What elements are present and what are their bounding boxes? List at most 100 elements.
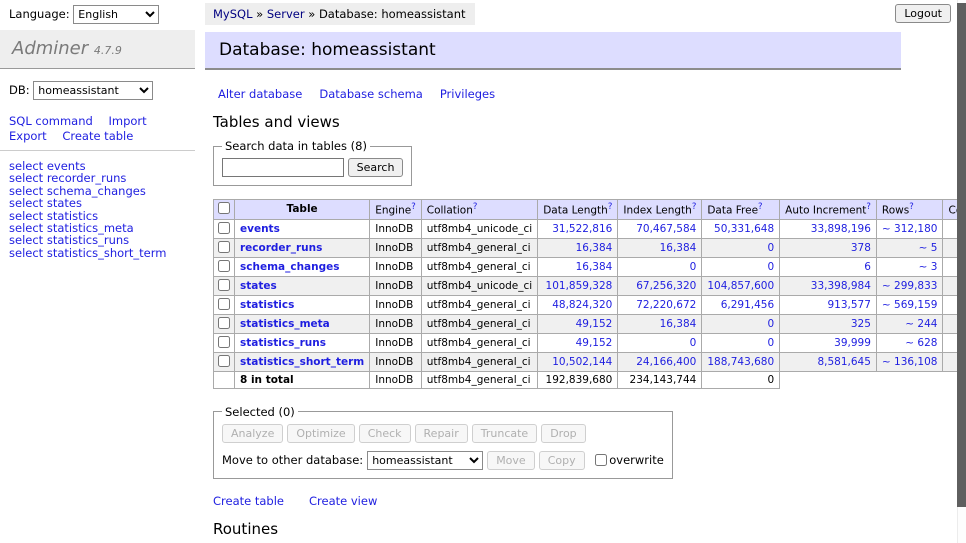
table-link-events[interactable]: events <box>240 223 280 235</box>
link-database-schema[interactable]: Database schema <box>319 87 422 101</box>
breadcrumb-link-server[interactable]: Server <box>267 7 305 21</box>
index-length-link[interactable]: 16,384 <box>660 242 697 254</box>
data-free-link[interactable]: 0 <box>767 242 774 254</box>
total-label: 8 in total <box>235 371 370 388</box>
index-length-link[interactable]: 0 <box>690 337 697 349</box>
logout-button[interactable]: Logout <box>895 4 951 23</box>
check-button[interactable]: Check <box>359 424 411 443</box>
rows-link[interactable]: ~ 569,159 <box>882 299 938 311</box>
overwrite-checkbox[interactable] <box>595 454 607 466</box>
rows-link[interactable]: ~ 136,108 <box>882 356 938 368</box>
help-link[interactable]: ? <box>692 202 697 212</box>
data-free-link[interactable]: 104,857,600 <box>707 280 774 292</box>
select-all-checkbox[interactable] <box>218 202 230 214</box>
page-title: Database: homeassistant <box>205 32 901 70</box>
auto-increment-link[interactable]: 33,898,196 <box>811 223 871 235</box>
help-link[interactable]: ? <box>758 202 763 212</box>
optimize-button[interactable]: Optimize <box>287 424 354 443</box>
data-length-link[interactable]: 48,824,320 <box>552 299 612 311</box>
sidebar-link-create-table[interactable]: Create table <box>62 129 133 143</box>
data-free-link[interactable]: 0 <box>767 318 774 330</box>
data-length-link[interactable]: 49,152 <box>576 318 613 330</box>
row-checkbox-schema-changes[interactable] <box>218 260 230 272</box>
data-length-link[interactable]: 10,502,144 <box>552 356 612 368</box>
search-input[interactable] <box>222 158 344 177</box>
auto-increment-link[interactable]: 913,577 <box>828 299 871 311</box>
data-free-link[interactable]: 0 <box>767 337 774 349</box>
data-length-link[interactable]: 16,384 <box>576 242 613 254</box>
truncate-button[interactable]: Truncate <box>472 424 537 443</box>
repair-button[interactable]: Repair <box>415 424 468 443</box>
table-link-statistics-meta[interactable]: statistics_meta <box>240 318 330 330</box>
index-length-link[interactable]: 16,384 <box>660 318 697 330</box>
rows-link[interactable]: ~ 628 <box>905 337 937 349</box>
cell-data-length: 49,152 <box>538 333 618 352</box>
row-checkbox-recorder-runs[interactable] <box>218 241 230 253</box>
app-header: Adminer 4.7.9 <box>0 30 195 69</box>
data-length-link[interactable]: 16,384 <box>576 261 613 273</box>
data-length-link[interactable]: 31,522,816 <box>552 223 612 235</box>
move-label: Move to other database: <box>222 453 363 467</box>
rows-link[interactable]: ~ 244 <box>905 318 937 330</box>
index-length-link[interactable]: 67,256,320 <box>636 280 696 292</box>
row-checkbox-states[interactable] <box>218 279 230 291</box>
data-free-link[interactable]: 0 <box>767 261 774 273</box>
data-length-link[interactable]: 49,152 <box>576 337 613 349</box>
drop-button[interactable]: Drop <box>541 424 585 443</box>
rows-link[interactable]: ~ 312,180 <box>882 223 938 235</box>
auto-increment-link[interactable]: 378 <box>851 242 871 254</box>
index-length-link[interactable]: 70,467,584 <box>636 223 696 235</box>
table-link-statistics-short-term[interactable]: statistics_short_term <box>240 356 364 368</box>
help-link[interactable]: ? <box>909 202 914 212</box>
link-privileges[interactable]: Privileges <box>440 87 495 101</box>
rows-link[interactable]: ~ 3 <box>919 261 938 273</box>
auto-increment-link[interactable]: 8,581,645 <box>817 356 870 368</box>
move-db-select[interactable]: homeassistant <box>367 451 483 470</box>
index-length-link[interactable]: 72,220,672 <box>636 299 696 311</box>
adminer-logo[interactable]: Adminer <box>12 38 88 59</box>
auto-increment-link[interactable]: 39,999 <box>834 337 871 349</box>
index-length-link[interactable]: 0 <box>690 261 697 273</box>
index-length-link[interactable]: 24,166,400 <box>636 356 696 368</box>
language-select[interactable]: English <box>73 5 159 24</box>
help-link[interactable]: ? <box>473 202 478 212</box>
data-length-link[interactable]: 101,859,328 <box>546 280 613 292</box>
row-checkbox-statistics-runs[interactable] <box>218 336 230 348</box>
row-checkbox-statistics-short-term[interactable] <box>218 355 230 367</box>
auto-increment-link[interactable]: 6 <box>864 261 871 273</box>
db-select[interactable]: homeassistant <box>33 81 153 100</box>
table-link-recorder-runs[interactable]: recorder_runs <box>240 242 322 254</box>
auto-increment-link[interactable]: 325 <box>851 318 871 330</box>
table-link-statistics[interactable]: statistics <box>240 299 294 311</box>
data-free-link[interactable]: 6,291,456 <box>721 299 774 311</box>
data-free-link[interactable]: 50,331,648 <box>714 223 774 235</box>
table-link-states[interactable]: states <box>240 280 277 292</box>
sidebar-link-import[interactable]: Import <box>108 114 146 128</box>
data-free-link[interactable]: 188,743,680 <box>707 356 774 368</box>
sidebar-item-select-statistics-short-term[interactable]: select statistics_short_term <box>9 246 166 260</box>
row-checkbox-statistics-meta[interactable] <box>218 317 230 329</box>
sidebar-link-sql-command[interactable]: SQL command <box>9 114 93 128</box>
breadcrumb: MySQL » Server » Database: homeassistant <box>205 3 475 25</box>
breadcrumb-link-mysql[interactable]: MySQL <box>213 7 253 21</box>
help-link[interactable]: ? <box>608 202 613 212</box>
sidebar-link-export[interactable]: Export <box>9 129 47 143</box>
analyze-button[interactable]: Analyze <box>222 424 283 443</box>
table-link-schema-changes[interactable]: schema_changes <box>240 261 340 273</box>
link-alter-database[interactable]: Alter database <box>218 87 302 101</box>
help-link[interactable]: ? <box>411 202 416 212</box>
link-create-table[interactable]: Create table <box>213 494 284 508</box>
move-button[interactable]: Move <box>487 451 535 470</box>
scrollbar[interactable] <box>957 0 966 543</box>
row-checkbox-events[interactable] <box>218 222 230 234</box>
search-button[interactable]: Search <box>348 158 404 177</box>
copy-button[interactable]: Copy <box>539 451 585 470</box>
row-checkbox-statistics[interactable] <box>218 298 230 310</box>
scrollbar-thumb[interactable] <box>957 3 966 507</box>
rows-link[interactable]: ~ 5 <box>919 242 938 254</box>
help-link[interactable]: ? <box>866 202 871 212</box>
table-link-statistics-runs[interactable]: statistics_runs <box>240 337 326 349</box>
rows-link[interactable]: ~ 299,833 <box>882 280 938 292</box>
auto-increment-link[interactable]: 33,398,984 <box>811 280 871 292</box>
link-create-view[interactable]: Create view <box>309 494 377 508</box>
